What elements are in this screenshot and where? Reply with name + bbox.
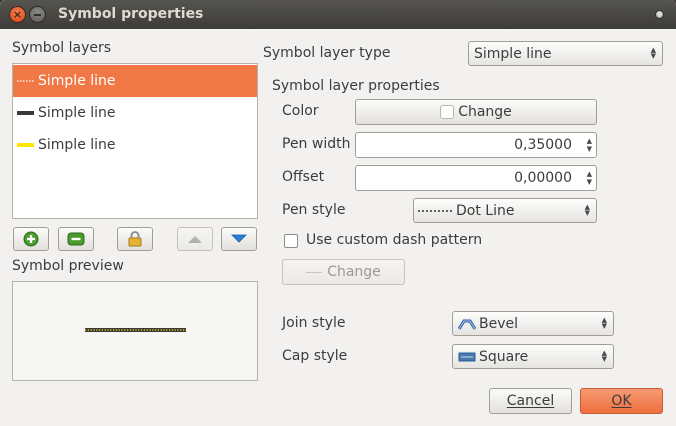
layer-item-2[interactable]: Simple line (13, 97, 257, 129)
color-label: Color (282, 103, 319, 119)
symbol-layers-list[interactable]: Simple line Simple line Simple line (12, 63, 258, 219)
layer-item-1[interactable]: Simple line (13, 65, 257, 97)
symbol-layer-type-label: Symbol layer type (263, 45, 391, 61)
symbol-properties-dialog: × Symbol properties Symbol layers Simple… (0, 0, 676, 426)
color-swatch-icon (440, 105, 455, 119)
symbol-preview-image (85, 328, 186, 332)
offset-spinbox[interactable]: 0,00000 ▲ ▼ (355, 165, 597, 191)
offset-label: Offset (282, 169, 325, 185)
spin-arrows-icon[interactable]: ▲ ▼ (587, 170, 592, 186)
add-green-icon (23, 231, 39, 247)
ok-button-label: OK (611, 393, 632, 409)
symbol-preview-heading: Symbol preview (12, 258, 124, 274)
move-down-button[interactable] (221, 227, 257, 251)
pen-style-value: Dot Line (456, 202, 515, 219)
combo-arrows-icon: ▲ ▼ (601, 316, 607, 330)
layer-item-label: Simple line (38, 137, 116, 153)
color-change-label: Change (458, 104, 512, 120)
join-style-combo[interactable]: Bevel ▲ ▼ (452, 311, 614, 336)
move-down-icon (231, 234, 247, 243)
layer-item-label: Simple line (38, 105, 116, 121)
combo-arrows-icon: ▲ ▼ (584, 203, 590, 217)
cap-style-value: Square (479, 348, 529, 365)
pen-width-label: Pen width (282, 136, 351, 152)
add-layer-button[interactable] (13, 227, 49, 251)
pen-width-value: 0,35000 (514, 137, 572, 153)
color-change-button[interactable]: Change (355, 99, 597, 125)
ok-button[interactable]: OK (580, 388, 663, 414)
solid-yellow-line-swatch-icon (17, 143, 34, 147)
solid-dark-line-swatch-icon (17, 111, 34, 115)
dash-pattern-change-label: Change (327, 264, 381, 280)
pen-width-spinbox[interactable]: 0,35000 ▲ ▼ (355, 132, 597, 158)
join-style-label: Join style (282, 315, 346, 331)
layer-item-label: Simple line (38, 73, 116, 89)
title-bar: × Symbol properties (0, 0, 676, 29)
lock-layer-button[interactable] (117, 227, 153, 251)
pen-style-combo[interactable]: Dot Line ▲ ▼ (413, 198, 597, 223)
dash-pattern-change-button[interactable]: Change (282, 259, 405, 285)
symbol-preview (12, 281, 258, 381)
cap-style-combo[interactable]: Square ▲ ▼ (452, 344, 614, 369)
combo-arrows-icon: ▲ ▼ (601, 349, 607, 363)
custom-dash-label[interactable]: Use custom dash pattern (306, 232, 482, 248)
cap-style-label: Cap style (282, 348, 348, 364)
symbol-layers-heading: Symbol layers (12, 40, 112, 56)
symbol-layer-properties-heading: Symbol layer properties (272, 78, 440, 94)
custom-dash-checkbox[interactable] (284, 234, 298, 248)
combo-arrows-icon: ▲ ▼ (650, 46, 656, 60)
move-up-button[interactable] (177, 227, 213, 251)
bevel-join-icon (458, 319, 476, 330)
pen-style-label: Pen style (282, 202, 346, 218)
symbol-layer-type-combo[interactable]: Simple line ▲ ▼ (468, 41, 663, 66)
close-icon: × (12, 8, 23, 21)
symbol-layer-type-value: Simple line (474, 45, 552, 62)
offset-value: 0,00000 (514, 170, 572, 186)
cancel-button-label: Cancel (506, 393, 555, 409)
spin-arrows-icon[interactable]: ▲ ▼ (587, 137, 592, 153)
cancel-button[interactable]: Cancel (489, 388, 572, 414)
square-cap-icon (458, 352, 476, 361)
remove-layer-button[interactable] (58, 227, 94, 251)
join-style-value: Bevel (479, 315, 519, 332)
dash-pattern-icon (306, 271, 323, 273)
layer-item-3[interactable]: Simple line (13, 129, 257, 161)
minimize-button[interactable] (29, 6, 46, 23)
window-menu-icon[interactable] (655, 10, 664, 19)
window-title: Symbol properties (58, 6, 204, 22)
close-button[interactable]: × (9, 6, 26, 23)
dot-line-pattern-icon (418, 209, 452, 212)
remove-green-icon (67, 232, 85, 246)
minimize-icon (30, 7, 45, 22)
dotted-line-swatch-icon (17, 80, 34, 82)
lock-icon (128, 231, 142, 247)
move-up-icon (188, 236, 202, 243)
